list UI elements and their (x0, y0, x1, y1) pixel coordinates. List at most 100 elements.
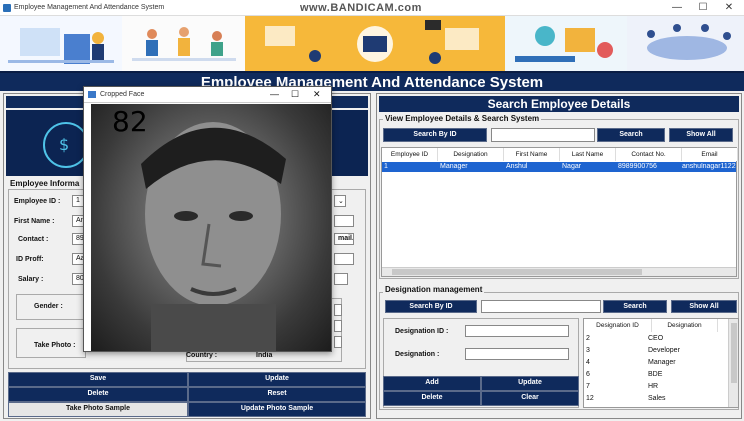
designation-id-label: Designation ID : (395, 328, 449, 335)
table-cell: Nagar (562, 163, 582, 170)
designation-update-button[interactable]: Update (481, 376, 579, 391)
designation-delete-button[interactable]: Delete (383, 391, 481, 406)
table-cell: Manager (648, 359, 676, 366)
column-header[interactable]: Designation (438, 148, 504, 161)
table-cell: 2 (586, 335, 590, 342)
table-cell: 8989900756 (618, 163, 657, 170)
delete-button[interactable]: Delete (8, 387, 188, 402)
table-cell: CEO (648, 335, 664, 342)
scrollbar-thumb[interactable] (731, 323, 737, 383)
country-value[interactable]: India (256, 352, 272, 359)
view-employee-section-label: View Employee Details & Search System (383, 114, 542, 123)
update-photo-sample-button[interactable]: Update Photo Sample (188, 402, 366, 417)
maximize-button[interactable]: ☐ (291, 89, 299, 100)
table-cell: 4 (586, 359, 590, 366)
column-header[interactable]: Designation ID (584, 319, 652, 332)
joining-date-field[interactable] (334, 273, 348, 285)
salary-label: Salary : (18, 276, 44, 283)
table-row[interactable]: 1 Manager Anshul Nagar 8989900756 anshul… (382, 162, 736, 172)
designation-clear-button[interactable]: Clear (481, 391, 579, 406)
designation-search-button[interactable]: Search (603, 300, 667, 313)
search-by-id-button[interactable]: Search By ID (383, 128, 487, 142)
employee-table[interactable]: Employee ID Designation First Name Last … (381, 147, 738, 277)
take-photo-label: Take Photo : (34, 342, 76, 349)
show-all-button[interactable]: Show All (669, 128, 733, 142)
cropped-face-window[interactable]: Cropped Face — ☐ ✕ 82 (83, 86, 332, 352)
banner-illustration-2 (122, 16, 245, 71)
designation-table[interactable]: Designation ID Designation 2 CEO 3 Develop… (583, 318, 739, 408)
column-header[interactable]: Email (682, 148, 738, 161)
reset-button[interactable]: Reset (188, 387, 366, 402)
table-cell: 6 (586, 371, 590, 378)
table-cell: anshulnagar11223 (682, 163, 736, 170)
banner-illustration-3 (245, 16, 505, 71)
horizontal-scrollbar[interactable] (382, 267, 736, 276)
table-cell: Anshul (506, 163, 528, 170)
table-cell: BDE (648, 371, 663, 378)
designation-search-input[interactable] (481, 300, 601, 313)
update-button[interactable]: Update (188, 372, 366, 387)
search-button[interactable]: Search (597, 128, 665, 142)
dropdown-chevron-icon[interactable]: ⌄ (334, 195, 346, 207)
minimize-button[interactable]: — (270, 89, 279, 99)
designation-field[interactable] (465, 348, 569, 360)
first-name-label: First Name : (14, 218, 55, 225)
window-title: Employee Management And Attendance Syste… (14, 4, 165, 11)
table-row[interactable]: 7 HR (586, 383, 716, 393)
pincode-field[interactable] (334, 336, 342, 348)
designation-show-all-button[interactable]: Show All (671, 300, 737, 313)
minimize-button[interactable]: — (664, 2, 690, 13)
scrollbar-thumb[interactable] (392, 269, 642, 275)
window-titlebar: Employee Management And Attendance Syste… (0, 0, 744, 16)
search-panel-header: Search Employee Details (379, 96, 739, 112)
face-silhouette (141, 122, 286, 351)
face-sample-count: 82 (112, 105, 148, 138)
table-cell: 3 (586, 347, 590, 354)
vertical-scrollbar[interactable] (728, 319, 738, 407)
table-cell: Developer (648, 347, 680, 354)
maximize-button[interactable]: ☐ (690, 2, 716, 13)
employee-search-input[interactable] (491, 128, 595, 142)
last-name-field[interactable] (334, 215, 354, 227)
table-row[interactable]: 6 BDE (586, 371, 716, 381)
country-label: Country : (186, 352, 218, 359)
save-button[interactable]: Save (8, 372, 188, 387)
gender-label: Gender : (34, 303, 63, 310)
column-header[interactable]: Last Name (560, 148, 616, 161)
close-button[interactable]: ✕ (313, 89, 321, 100)
close-button[interactable]: ✕ (716, 2, 742, 13)
employee-id-label: Employee ID : (14, 198, 61, 205)
table-cell: 7 (586, 383, 590, 390)
address-field[interactable] (334, 253, 354, 265)
designation-id-field[interactable] (465, 325, 569, 337)
column-header[interactable]: Designation (652, 319, 718, 332)
search-panel: Search Employee Details View Employee De… (376, 93, 742, 419)
banner (0, 16, 744, 71)
table-row[interactable]: 4 Manager (586, 359, 716, 369)
window-icon (88, 91, 96, 98)
svg-text:$: $ (59, 135, 69, 154)
table-cell: 1 (384, 163, 388, 170)
banner-illustration-4 (505, 16, 627, 71)
designation-add-button[interactable]: Add (383, 376, 481, 391)
cropped-face-title: Cropped Face (100, 91, 145, 98)
designation-label: Designation : (395, 351, 440, 358)
banner-illustration-1 (0, 16, 122, 71)
state-field[interactable] (334, 304, 342, 316)
designation-section-label: Designation management (383, 285, 485, 294)
face-image (91, 104, 331, 351)
table-row[interactable]: 12 Sales (586, 395, 716, 405)
city-field[interactable] (334, 320, 342, 332)
column-header[interactable]: Employee ID (382, 148, 438, 161)
email-field[interactable]: mail. (334, 233, 354, 245)
cropped-face-titlebar[interactable]: Cropped Face — ☐ ✕ (84, 87, 331, 103)
table-cell: HR (648, 383, 659, 390)
table-row[interactable]: 3 Developer (586, 347, 716, 357)
column-header[interactable]: First Name (504, 148, 560, 161)
table-row[interactable]: 2 CEO (586, 335, 716, 345)
designation-search-by-id-button[interactable]: Search By ID (385, 300, 477, 313)
column-header[interactable]: Contact No. (616, 148, 682, 161)
table-cell: 12 (586, 395, 594, 402)
app-icon (3, 4, 11, 12)
take-photo-sample-button[interactable]: Take Photo Sample (8, 402, 188, 417)
